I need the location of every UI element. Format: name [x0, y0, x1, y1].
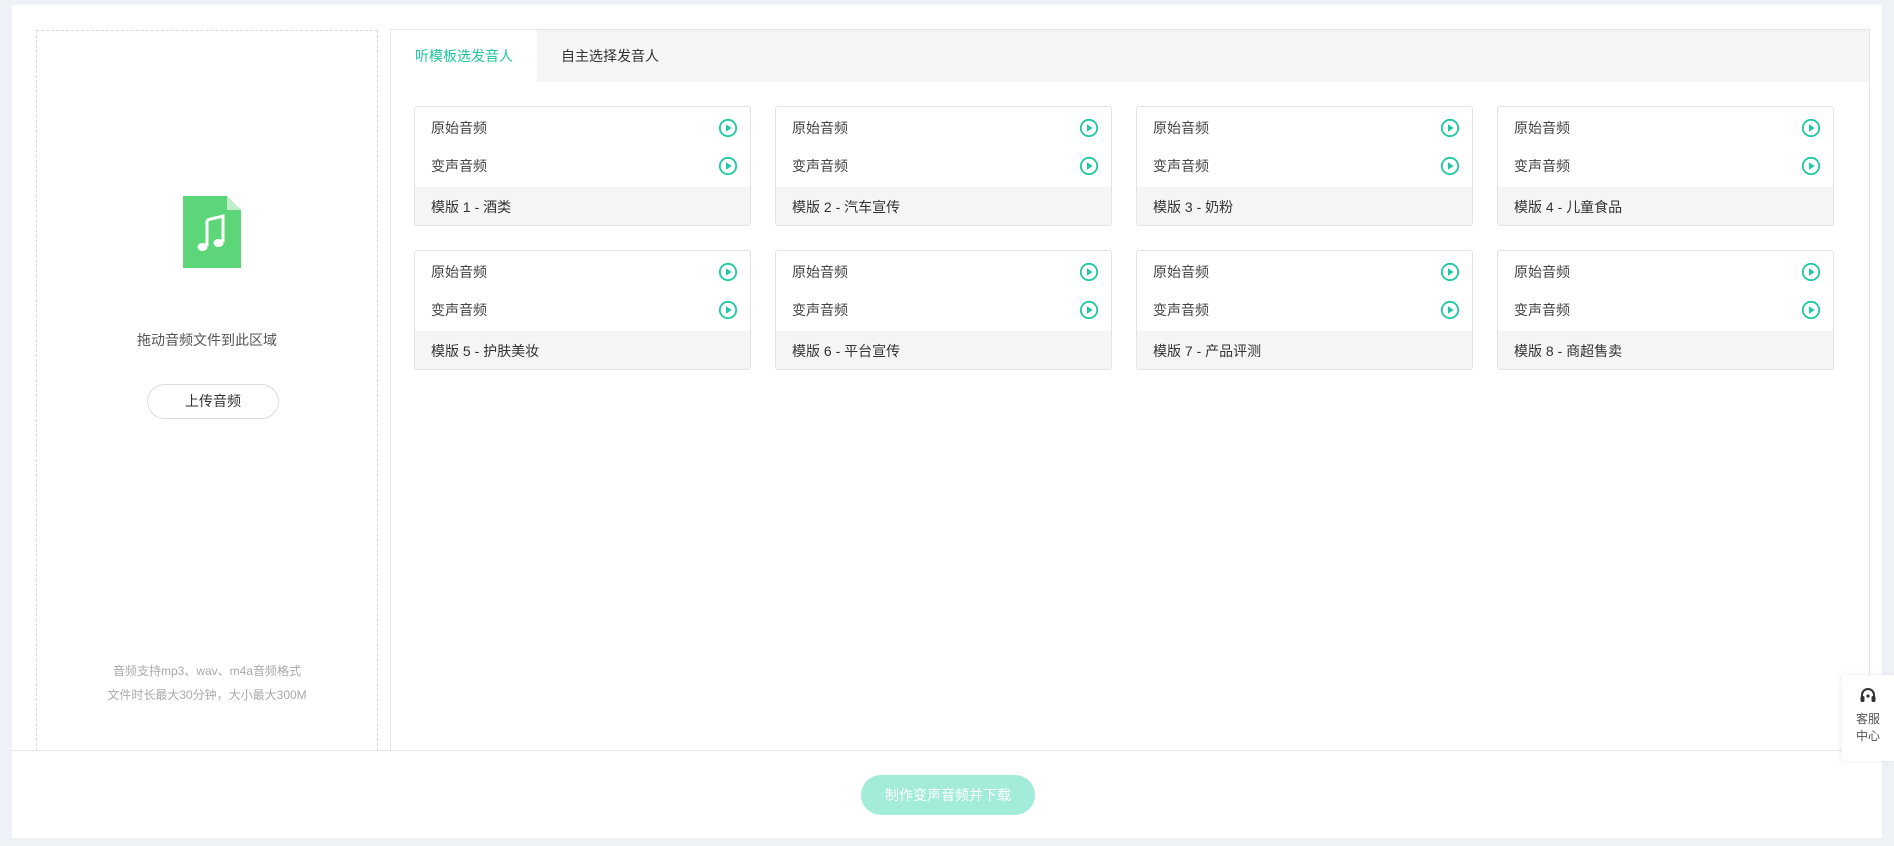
music-file-icon [183, 196, 241, 268]
converted-audio-label: 变声音频 [431, 302, 487, 318]
template-title: 模版 4 - 儿童食品 [1498, 187, 1833, 225]
play-icon[interactable] [1801, 156, 1821, 176]
converted-audio-label: 变声音频 [792, 302, 848, 318]
original-audio-label: 原始音频 [431, 264, 487, 280]
play-icon[interactable] [1440, 118, 1460, 138]
format-hint: 音频支持mp3、wav、m4a音频格式 [112, 664, 302, 678]
converted-audio-row: 变声音频 [1137, 291, 1472, 329]
converted-audio-row: 变声音频 [776, 147, 1111, 185]
converted-audio-row: 变声音频 [415, 291, 750, 329]
upload-audio-button[interactable]: 上传音频 [147, 384, 279, 419]
play-icon[interactable] [1440, 156, 1460, 176]
original-audio-label: 原始音频 [1153, 120, 1209, 136]
converted-audio-row: 变声音频 [1498, 291, 1833, 329]
template-title: 模版 1 - 酒类 [415, 187, 750, 225]
drag-hint-text: 拖动音频文件到此区域 [137, 332, 277, 348]
play-icon[interactable] [1801, 118, 1821, 138]
play-icon[interactable] [1801, 262, 1821, 282]
play-icon[interactable] [718, 262, 738, 282]
converted-audio-row: 变声音频 [1137, 147, 1472, 185]
limit-hint: 文件时长最大30分钟，大小最大300M [107, 688, 307, 702]
template-panel: 听模板选发音人 自主选择发音人 原始音频 变声音频 模版 1 - 酒类 原始音频 变声音… [390, 29, 1870, 756]
original-audio-row: 原始音频 [776, 253, 1111, 291]
original-audio-row: 原始音频 [1498, 109, 1833, 147]
play-icon[interactable] [718, 300, 738, 320]
converted-audio-label: 变声音频 [792, 158, 848, 174]
original-audio-row: 原始音频 [1498, 253, 1833, 291]
template-card[interactable]: 原始音频变声音频模版 1 - 酒类 [414, 106, 751, 226]
customer-service-widget[interactable]: 客服 中心 [1842, 675, 1894, 761]
make-and-download-button[interactable]: 制作变声音频并下载 [861, 775, 1035, 815]
play-icon[interactable] [1801, 300, 1821, 320]
template-card[interactable]: 原始音频变声音频模版 5 - 护肤美妆 [414, 250, 751, 370]
upload-dropzone[interactable]: 拖动音频文件到此区域 上传音频 音频支持mp3、wav、m4a音频格式 文件时长… [36, 30, 378, 756]
converted-audio-row: 变声音频 [1498, 147, 1833, 185]
original-audio-label: 原始音频 [431, 120, 487, 136]
tab-template-voices[interactable]: 听模板选发音人 [391, 30, 537, 82]
template-card[interactable]: 原始音频变声音频模版 2 - 汽车宣传 [775, 106, 1112, 226]
app-window: 拖动音频文件到此区域 上传音频 音频支持mp3、wav、m4a音频格式 文件时长… [12, 5, 1882, 838]
tab-custom-voices[interactable]: 自主选择发音人 [537, 30, 683, 82]
template-card[interactable]: 原始音频变声音频模版 3 - 奶粉 [1136, 106, 1473, 226]
play-icon[interactable] [1079, 156, 1099, 176]
template-title: 模版 6 - 平台宣传 [776, 331, 1111, 369]
original-audio-label: 原始音频 [1514, 264, 1570, 280]
play-icon[interactable] [1440, 300, 1460, 320]
original-audio-label: 原始音频 [1514, 120, 1570, 136]
converted-audio-row: 变声音频 [776, 291, 1111, 329]
play-icon[interactable] [718, 118, 738, 138]
original-audio-row: 原始音频 [415, 109, 750, 147]
template-card[interactable]: 原始音频变声音频模版 7 - 产品评测 [1136, 250, 1473, 370]
original-audio-row: 原始音频 [1137, 253, 1472, 291]
original-audio-row: 原始音频 [776, 109, 1111, 147]
template-title: 模版 5 - 护肤美妆 [415, 331, 750, 369]
play-icon[interactable] [1079, 300, 1099, 320]
original-audio-label: 原始音频 [792, 264, 848, 280]
original-audio-label: 原始音频 [792, 120, 848, 136]
converted-audio-row: 变声音频 [415, 147, 750, 185]
tab-bar: 听模板选发音人 自主选择发音人 [391, 30, 1869, 82]
original-audio-label: 原始音频 [1153, 264, 1209, 280]
original-audio-row: 原始音频 [415, 253, 750, 291]
original-audio-row: 原始音频 [1137, 109, 1472, 147]
converted-audio-label: 变声音频 [1514, 158, 1570, 174]
play-icon[interactable] [1079, 118, 1099, 138]
converted-audio-label: 变声音频 [1514, 302, 1570, 318]
play-icon[interactable] [1079, 262, 1099, 282]
template-grid: 原始音频 变声音频 模版 1 - 酒类 原始音频 变声音频 模版 2 - 汽车宣传 原始音频… [414, 106, 1834, 370]
converted-audio-label: 变声音频 [1153, 158, 1209, 174]
play-icon[interactable] [718, 156, 738, 176]
template-title: 模版 7 - 产品评测 [1137, 331, 1472, 369]
headset-icon [1860, 688, 1876, 702]
template-card[interactable]: 原始音频变声音频模版 4 - 儿童食品 [1497, 106, 1834, 226]
template-card[interactable]: 原始音频变声音频模版 8 - 商超售卖 [1497, 250, 1834, 370]
converted-audio-label: 变声音频 [1153, 302, 1209, 318]
service-label-line2: 中心 [1855, 729, 1880, 743]
footer-bar: 制作变声音频并下载 [12, 750, 1882, 838]
template-card[interactable]: 原始音频变声音频模版 6 - 平台宣传 [775, 250, 1112, 370]
template-title: 模版 3 - 奶粉 [1137, 187, 1472, 225]
template-title: 模版 2 - 汽车宣传 [776, 187, 1111, 225]
play-icon[interactable] [1440, 262, 1460, 282]
service-label-line1: 客服 [1855, 712, 1880, 726]
template-title: 模版 8 - 商超售卖 [1498, 331, 1833, 369]
converted-audio-label: 变声音频 [431, 158, 487, 174]
